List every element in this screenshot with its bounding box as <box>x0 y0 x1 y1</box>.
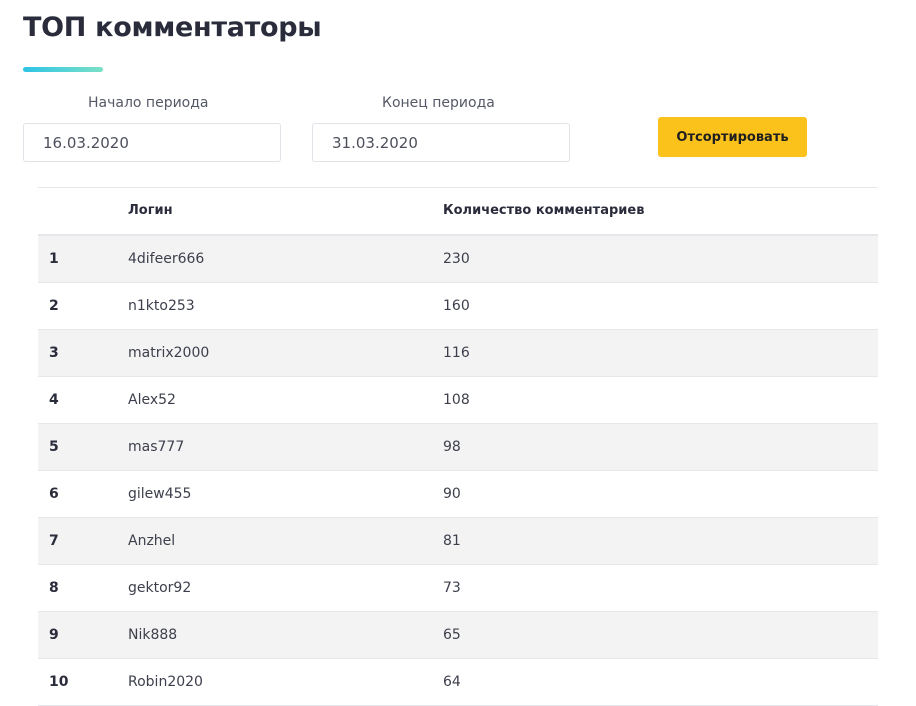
end-date-input[interactable] <box>312 123 570 162</box>
title-underline <box>23 67 103 72</box>
start-date-label: Начало периода <box>88 95 209 111</box>
row-rank: 6 <box>49 486 59 502</box>
commenters-table: Логин Количество комментариев 1 4difeer6… <box>38 187 878 706</box>
row-rank: 8 <box>49 580 59 596</box>
row-login: Robin2020 <box>128 674 203 690</box>
row-login: gektor92 <box>128 580 192 596</box>
row-count: 98 <box>443 439 461 455</box>
row-rank: 4 <box>49 392 59 408</box>
row-count: 116 <box>443 345 470 361</box>
row-login: n1kto253 <box>128 298 195 314</box>
row-login: mas777 <box>128 439 185 455</box>
table-row: 2 n1kto253 160 <box>38 283 878 330</box>
row-login: matrix2000 <box>128 345 210 361</box>
row-count: 81 <box>443 533 461 549</box>
row-count: 108 <box>443 392 470 408</box>
row-rank: 7 <box>49 533 59 549</box>
table-header: Логин Количество комментариев <box>38 188 878 236</box>
sort-button[interactable]: Отсортировать <box>658 117 807 157</box>
row-count: 64 <box>443 674 461 690</box>
table-row: 7 Anzhel 81 <box>38 518 878 565</box>
row-count: 160 <box>443 298 470 314</box>
row-login: Alex52 <box>128 392 176 408</box>
row-rank: 9 <box>49 627 59 643</box>
row-login: 4difeer666 <box>128 251 205 267</box>
table-row: 3 matrix2000 116 <box>38 330 878 377</box>
row-count: 230 <box>443 251 470 267</box>
table-row: 5 mas777 98 <box>38 424 878 471</box>
row-rank: 3 <box>49 345 59 361</box>
column-header-login: Логин <box>128 203 173 218</box>
table-row: 1 4difeer666 230 <box>38 236 878 283</box>
row-count: 65 <box>443 627 461 643</box>
table-row: 6 gilew455 90 <box>38 471 878 518</box>
row-rank: 2 <box>49 298 59 314</box>
row-login: Nik888 <box>128 627 178 643</box>
row-rank: 1 <box>49 251 59 267</box>
row-count: 90 <box>443 486 461 502</box>
row-login: Anzhel <box>128 533 176 549</box>
column-header-count: Количество комментариев <box>443 203 645 218</box>
row-rank: 5 <box>49 439 59 455</box>
row-login: gilew455 <box>128 486 192 502</box>
page-title: ТОП комментаторы <box>23 12 322 43</box>
table-row: 4 Alex52 108 <box>38 377 878 424</box>
table-row: 8 gektor92 73 <box>38 565 878 612</box>
table-row: 9 Nik888 65 <box>38 612 878 659</box>
end-date-label: Конец периода <box>382 95 495 111</box>
row-count: 73 <box>443 580 461 596</box>
row-rank: 10 <box>49 674 69 690</box>
start-date-input[interactable] <box>23 123 281 162</box>
